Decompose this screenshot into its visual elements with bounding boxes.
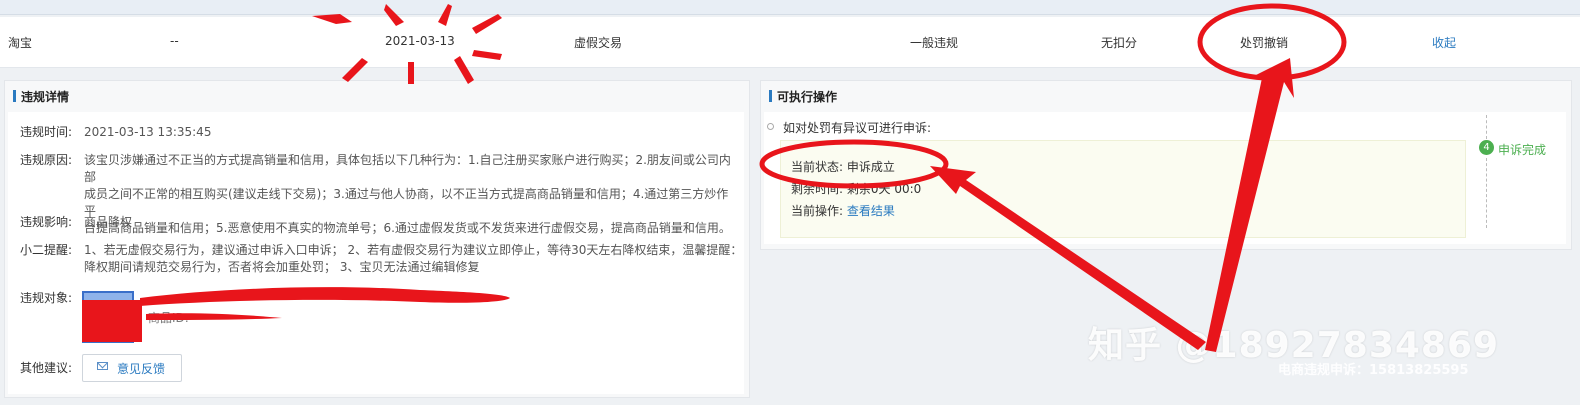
reason-label: 违规原因: bbox=[20, 153, 73, 167]
platform-cell: 淘宝 bbox=[8, 36, 33, 50]
tip-line: 降权期间请规范交易行为，否者将会加重处罚； 3、宝贝无法通过编辑修复 bbox=[84, 260, 480, 274]
product-id-text: 商品ID: bbox=[148, 311, 189, 325]
header-accent-bar bbox=[769, 90, 772, 102]
step-number-badge: 4 bbox=[1479, 140, 1494, 155]
type-cell: 虚假交易 bbox=[574, 36, 623, 50]
step-connector-bottom bbox=[1486, 158, 1487, 228]
suggest-label: 其他建议: bbox=[20, 361, 73, 375]
remaining-label: 剩余时间: bbox=[791, 182, 844, 196]
thumbnail-banner bbox=[84, 293, 132, 303]
current-status-value: 申诉成立 bbox=[846, 160, 895, 174]
collapse-link[interactable]: 收起 bbox=[1432, 34, 1456, 51]
reason-text: 该宝贝涉嫌通过不正当的方式提高销量和信用，具体包括以下几种行为：1.自己注册买家… bbox=[84, 152, 734, 237]
current-op-label: 当前操作: bbox=[791, 204, 844, 218]
dash-cell: -- bbox=[170, 34, 179, 48]
remaining-value: 剩余0天 00:0 bbox=[846, 182, 922, 196]
current-status-label: 当前状态: bbox=[791, 160, 844, 174]
reason-line: 成员之间不正常的相互购买(建议走线下交易)；3.通过与他人协商，以不正当方式提高… bbox=[84, 187, 729, 218]
mail-icon bbox=[97, 362, 108, 370]
watermark-sub: 电商违规申诉：15813825595 bbox=[1278, 363, 1469, 378]
tip-label: 小二提醒: bbox=[20, 243, 73, 257]
header-accent-bar bbox=[13, 90, 16, 102]
details-title: 违规详情 bbox=[21, 90, 70, 104]
actions-title: 可执行操作 bbox=[777, 90, 838, 104]
target-label: 违规对象: bbox=[20, 291, 73, 305]
tip-text: 1、若无虚假交易行为，建议通过申诉入口申诉； 2、若有虚假交易行为建议立即停止，… bbox=[84, 242, 744, 276]
current-status-row: 当前状态: 申诉成立 bbox=[791, 158, 895, 175]
remaining-time-row: 剩余时间: 剩余0天 00:0 bbox=[791, 180, 921, 197]
actions-header: 可执行操作 bbox=[761, 81, 1571, 111]
step-label: 申诉完成 bbox=[1498, 143, 1547, 157]
step-connector-top bbox=[1486, 115, 1487, 139]
date-cell: 2021-03-13 bbox=[385, 34, 455, 48]
reason-line: 该宝贝涉嫌通过不正当的方式提高销量和信用，具体包括以下几种行为：1.自己注册买家… bbox=[84, 153, 731, 184]
product-thumbnail[interactable] bbox=[82, 291, 134, 343]
violation-summary-row: 淘宝 -- 2021-03-13 虚假交易 一般违规 无扣分 处罚撤销 收起 bbox=[0, 17, 1580, 68]
status-cell: 处罚撤销 bbox=[1240, 36, 1289, 50]
feedback-button-label: 意见反馈 bbox=[117, 362, 166, 376]
feedback-button[interactable]: 意见反馈 bbox=[82, 354, 182, 382]
details-header: 违规详情 bbox=[5, 81, 749, 111]
current-operation-row: 当前操作: 查看结果 bbox=[791, 202, 895, 219]
impact-label: 违规影响: bbox=[20, 215, 73, 229]
tip-line: 1、若无虚假交易行为，建议通过申诉入口申诉； 2、若有虚假交易行为建议立即停止，… bbox=[84, 243, 743, 257]
timeline-dot-icon bbox=[767, 123, 774, 130]
appeal-prompt: 如对处罚有异议可进行申诉: bbox=[783, 121, 932, 135]
top-strip bbox=[0, 0, 1580, 15]
impact-value: 商品降权 bbox=[84, 215, 133, 229]
reason-line: 台提高商品销量和信用；5.恶意使用不真实的物流单号；6.通过虚假发货或不发货来进… bbox=[84, 221, 731, 235]
level-cell: 一般违规 bbox=[910, 36, 959, 50]
view-result-link[interactable]: 查看结果 bbox=[847, 204, 895, 218]
deduction-cell: 无扣分 bbox=[1101, 36, 1138, 50]
time-value: 2021-03-13 13:35:45 bbox=[84, 125, 212, 139]
time-label: 违规时间: bbox=[20, 125, 73, 139]
